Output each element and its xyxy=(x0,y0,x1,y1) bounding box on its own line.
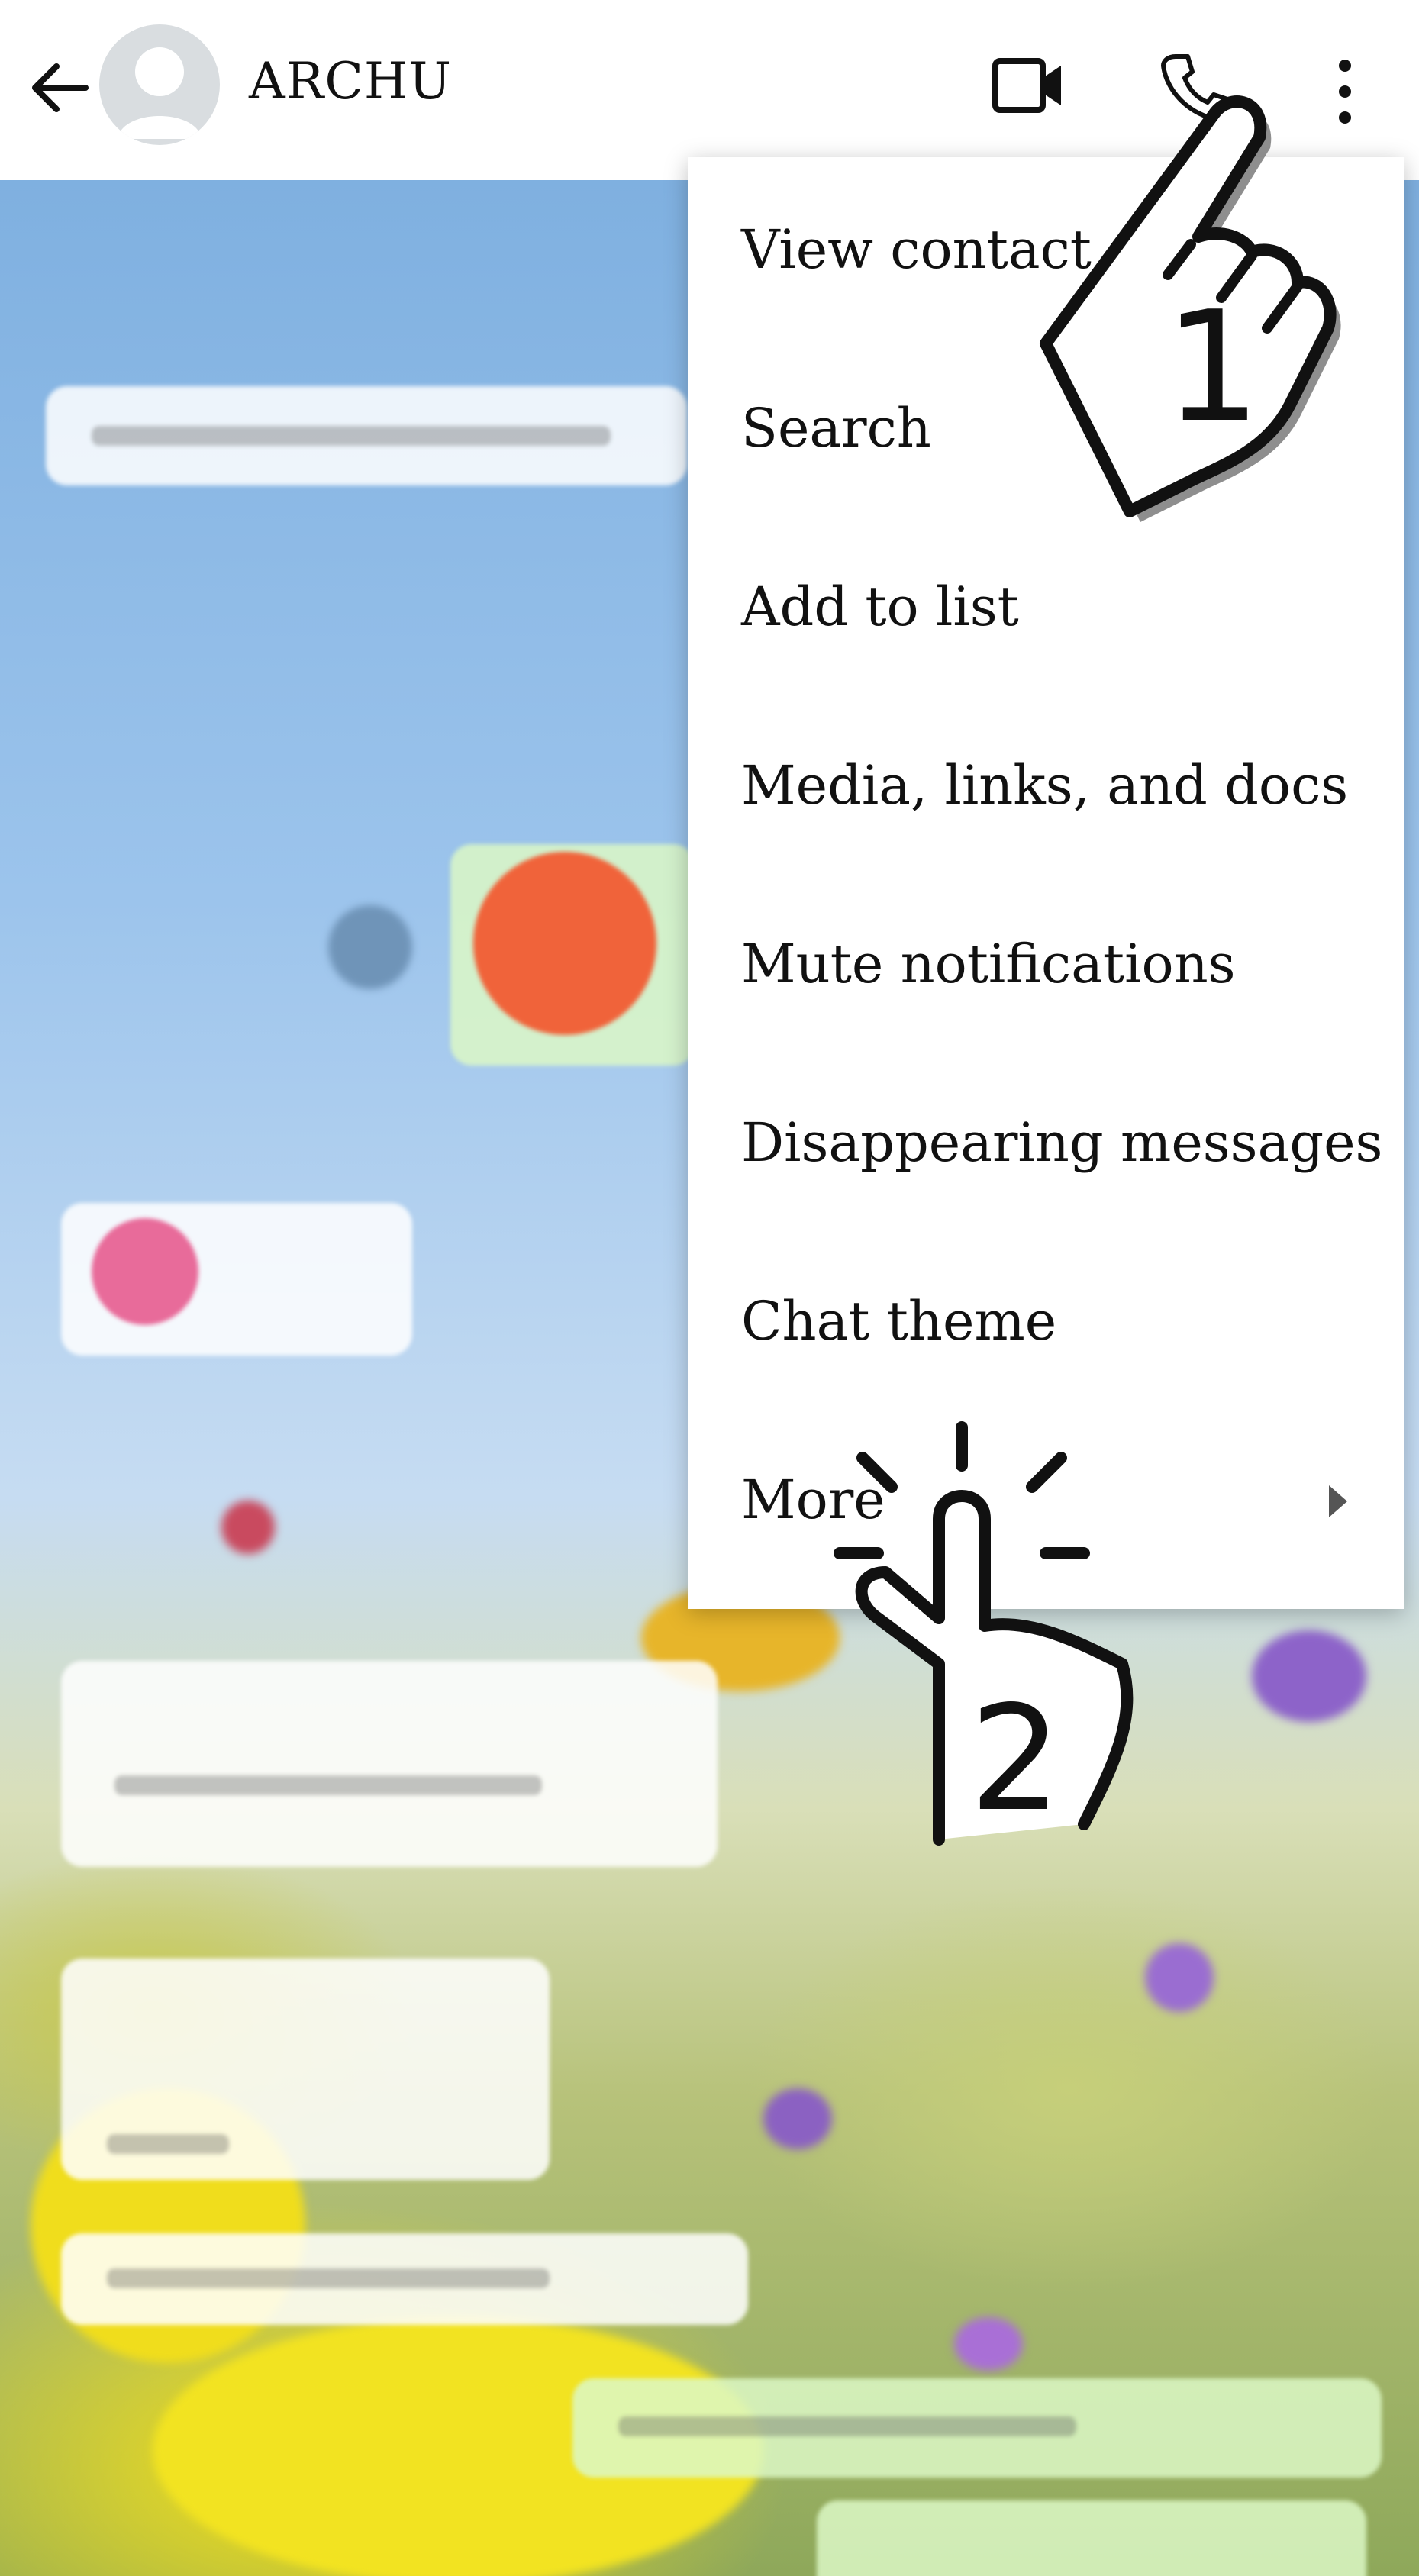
menu-item-more[interactable]: More xyxy=(688,1407,1404,1586)
menu-item-label: Search xyxy=(741,397,931,459)
message-bubble xyxy=(61,1959,550,2180)
contact-name[interactable]: ARCHU xyxy=(249,52,452,111)
wallpaper-flower xyxy=(1145,1943,1214,2012)
menu-item-label: Disappearing messages xyxy=(741,1111,1383,1174)
menu-item-label: Add to list xyxy=(741,575,1019,638)
wallpaper-flower xyxy=(954,2317,1023,2371)
message-bubble xyxy=(572,2378,1382,2478)
missed-call-icon xyxy=(473,852,656,1035)
wallpaper-flower xyxy=(221,1501,275,1554)
sticker xyxy=(92,1218,198,1325)
message-bubble xyxy=(61,2233,748,2325)
back-arrow-icon[interactable] xyxy=(26,55,92,121)
menu-item-add-to-list[interactable]: Add to list xyxy=(688,514,1404,693)
forward-icon xyxy=(328,905,412,989)
menu-item-disappearing-messages[interactable]: Disappearing messages xyxy=(688,1050,1404,1229)
wallpaper-flower xyxy=(763,2088,832,2149)
chevron-right-icon xyxy=(1329,1485,1347,1517)
menu-item-label: Chat theme xyxy=(741,1290,1057,1352)
menu-item-media-links-docs[interactable]: Media, links, and docs xyxy=(688,693,1404,872)
more-options-icon[interactable] xyxy=(1330,53,1360,130)
avatar[interactable] xyxy=(99,24,220,145)
menu-item-chat-theme[interactable]: Chat theme xyxy=(688,1229,1404,1407)
voice-call-icon[interactable] xyxy=(1159,50,1232,124)
menu-item-mute-notifications[interactable]: Mute notifications xyxy=(688,872,1404,1050)
menu-item-search[interactable]: Search xyxy=(688,336,1404,514)
chat-header: ARCHU xyxy=(0,0,1419,180)
default-avatar-icon xyxy=(118,47,202,139)
message-bubble xyxy=(46,386,687,485)
wallpaper-flower xyxy=(1252,1630,1366,1722)
menu-item-label: Media, links, and docs xyxy=(741,754,1349,817)
menu-item-label: More xyxy=(741,1469,885,1531)
message-bubble xyxy=(817,2500,1366,2576)
menu-item-label: View contact xyxy=(741,218,1092,281)
message-bubble xyxy=(61,1661,718,1867)
video-call-icon[interactable] xyxy=(992,55,1066,116)
overflow-menu: View contact Search Add to list Media, l… xyxy=(688,157,1404,1609)
menu-item-view-contact[interactable]: View contact xyxy=(688,157,1404,336)
menu-item-label: Mute notifications xyxy=(741,933,1236,995)
